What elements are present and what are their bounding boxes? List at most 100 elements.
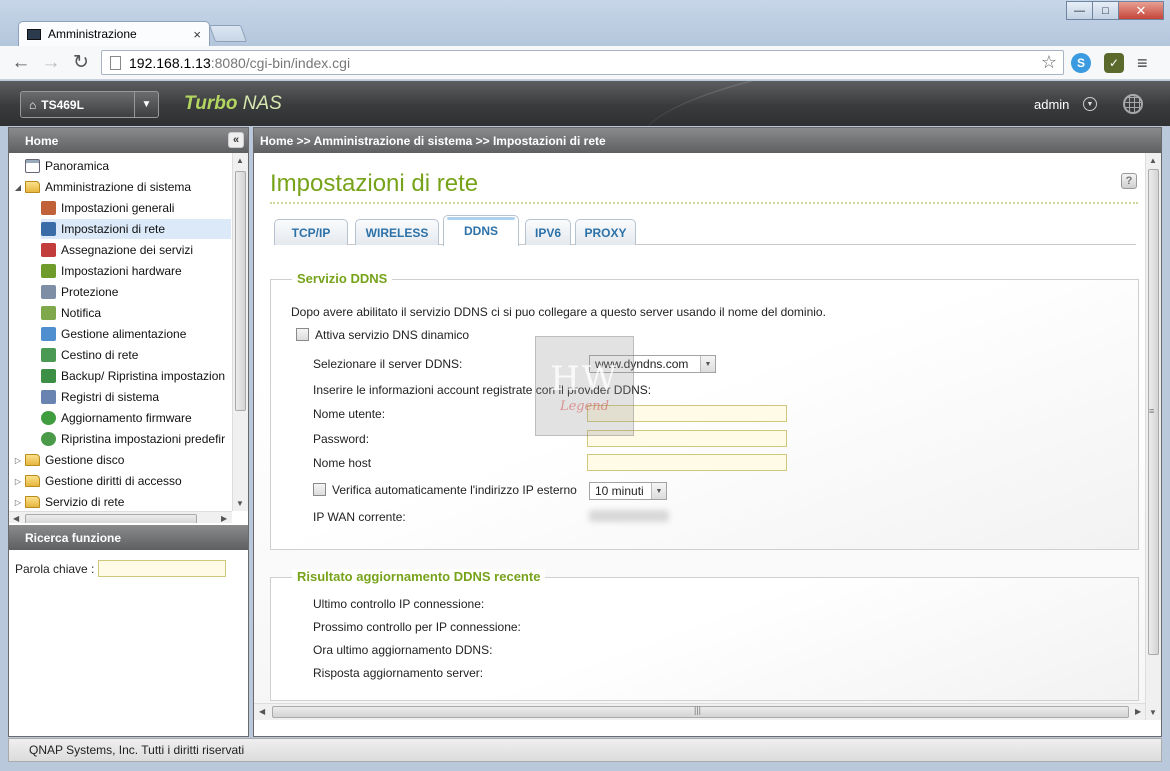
window-controls: — □ ✕ — [1066, 1, 1164, 20]
tab-wireless[interactable]: WIRELESS — [355, 219, 439, 245]
page-icon — [110, 55, 121, 70]
collapsed-arrow-icon[interactable]: ▷ — [13, 498, 23, 507]
wan-ip-value-redacted — [589, 510, 669, 522]
folder-icon — [25, 496, 40, 508]
main-panel: Home >> Amministrazione di sistema >> Im… — [253, 127, 1162, 737]
browser-menu-icon[interactable]: ≡ — [1137, 53, 1148, 74]
auto-check-ip-checkbox[interactable]: Verifica automaticamente l'indirizzo IP … — [313, 483, 577, 497]
settings-tabs: TCP/IP WIRELESS DDNS IPV6 PROXY — [274, 215, 1136, 246]
checkbox-icon[interactable] — [296, 328, 309, 341]
sidebar-item-gestione-disco[interactable]: ▷ Gestione disco — [13, 450, 124, 470]
skype-extension-icon[interactable]: S — [1071, 53, 1091, 73]
sidebar-item-notifica[interactable]: Notifica — [41, 303, 101, 323]
search-title: Ricerca funzione — [25, 530, 122, 545]
sidebar-item-gestione-alimentazione[interactable]: Gestione alimentazione — [41, 324, 186, 344]
tab-ipv6[interactable]: IPV6 — [525, 219, 571, 245]
server-label: Selezionare il server DDNS: — [313, 357, 463, 371]
user-name[interactable]: admin — [1034, 97, 1069, 112]
bookmark-star-icon[interactable]: ☆ — [1041, 52, 1057, 73]
sidebar-vertical-scrollbar[interactable]: ▲ ▼ — [232, 153, 248, 511]
scroll-right-icon[interactable]: ▶ — [221, 514, 227, 523]
sidebar-item-amministrazione[interactable]: ◢ Amministrazione di sistema — [13, 177, 191, 197]
sidebar-item-ripristina[interactable]: Ripristina impostazioni predefir — [41, 429, 225, 449]
sidebar-item-panoramica[interactable]: Panoramica — [13, 156, 109, 176]
main-vertical-scrollbar[interactable]: ▲ ≡ ▼ — [1145, 153, 1161, 720]
notification-icon — [41, 306, 56, 320]
help-icon[interactable]: ? — [1121, 173, 1137, 189]
network-icon — [41, 222, 56, 236]
maximize-button[interactable]: □ — [1092, 1, 1119, 20]
tab-tcpip[interactable]: TCP/IP — [274, 219, 348, 245]
address-bar[interactable]: 192.168.1.13:8080/cgi-bin/index.cgi ☆ — [101, 50, 1064, 75]
browser-tab[interactable]: Amministrazione × — [18, 21, 210, 46]
sidebar-title: Home — [25, 133, 59, 148]
sidebar-item-backup[interactable]: Backup/ Ripristina impostazion — [41, 366, 225, 386]
sidebar-horizontal-scrollbar[interactable]: ◀ ▶ — [9, 511, 232, 523]
sidebar-item-impostazioni-generali[interactable]: Impostazioni generali — [41, 198, 174, 218]
chevron-down-icon[interactable]: ▼ — [700, 356, 715, 372]
user-menu-chevron-icon[interactable]: ▼ — [1083, 97, 1097, 111]
scroll-down-icon[interactable]: ▼ — [236, 499, 244, 508]
firmware-icon — [41, 411, 56, 425]
forward-arrow-icon[interactable]: → — [36, 49, 66, 77]
back-arrow-icon[interactable]: ← — [6, 49, 36, 77]
search-label: Parola chiave : — [15, 561, 95, 576]
results-legend: Risultato aggiornamento DDNS recente — [292, 569, 546, 584]
sidebar-item-protezione[interactable]: Protezione — [41, 282, 118, 302]
close-window-button[interactable]: ✕ — [1118, 1, 1164, 20]
scroll-left-icon[interactable]: ◀ — [13, 514, 19, 523]
main-horizontal-scrollbar[interactable]: ◀ ||| ▶ — [254, 703, 1147, 720]
home-icon: ⌂ — [29, 97, 37, 112]
sidebar-item-servizio-rete[interactable]: ▷ Servizio di rete — [13, 492, 124, 512]
sidebar-item-cestino-rete[interactable]: Cestino di rete — [41, 345, 138, 365]
expanded-arrow-icon[interactable]: ◢ — [13, 183, 23, 192]
tab-favicon-icon — [27, 28, 41, 40]
url-path: :8080/cgi-bin/index.cgi — [210, 54, 351, 71]
tab-close-icon[interactable]: × — [193, 27, 201, 42]
collapsed-arrow-icon[interactable]: ▷ — [13, 456, 23, 465]
scroll-up-icon[interactable]: ▲ — [1149, 156, 1157, 165]
folder-icon — [25, 475, 40, 487]
scroll-right-icon[interactable]: ▶ — [1135, 707, 1141, 716]
hostname-input[interactable] — [587, 454, 787, 471]
language-globe-icon[interactable] — [1123, 94, 1143, 114]
checkbox-icon[interactable] — [313, 483, 326, 496]
services-icon — [41, 243, 56, 257]
reload-icon[interactable]: ↻ — [66, 49, 96, 77]
device-selector[interactable]: ⌂ TS469L ▼ — [20, 91, 159, 118]
collapse-icon[interactable]: « — [228, 132, 244, 148]
collapsed-arrow-icon[interactable]: ▷ — [13, 477, 23, 486]
new-tab-button[interactable] — [208, 25, 248, 42]
sidebar-item-impostazioni-rete[interactable]: Impostazioni di rete — [41, 219, 231, 239]
chevron-down-icon[interactable]: ▼ — [134, 92, 158, 117]
folder-icon — [25, 454, 40, 466]
minimize-button[interactable]: — — [1066, 1, 1093, 20]
scroll-down-icon[interactable]: ▼ — [1149, 708, 1157, 717]
restore-icon — [41, 432, 56, 446]
extension-icon[interactable]: ✓ — [1104, 53, 1124, 73]
lock-icon — [41, 285, 56, 299]
search-input[interactable] — [98, 560, 227, 577]
password-label: Password: — [313, 432, 370, 446]
sidebar-item-registri[interactable]: Registri di sistema — [41, 387, 159, 407]
ddns-legend: Servizio DDNS — [292, 271, 393, 286]
wan-ip-label: IP WAN corrente: — [313, 510, 406, 524]
chevron-down-icon[interactable]: ▼ — [651, 483, 666, 499]
breadcrumb: Home >> Amministrazione di sistema >> Im… — [254, 128, 1161, 153]
tab-title: Amministrazione — [48, 27, 137, 41]
enable-ddns-checkbox[interactable]: Attiva servizio DNS dinamico — [296, 328, 469, 342]
scroll-left-icon[interactable]: ◀ — [259, 707, 265, 716]
sidebar-item-impostazioni-hardware[interactable]: Impostazioni hardware — [41, 261, 182, 281]
tab-proxy[interactable]: PROXY — [575, 219, 636, 245]
scroll-thumb[interactable] — [25, 514, 197, 523]
tab-ddns[interactable]: DDNS — [443, 215, 519, 246]
check-interval-select[interactable]: 10 minuti ▼ — [589, 482, 667, 500]
ddns-service-group: Servizio DDNS Dopo avere abilitato il se… — [270, 271, 1139, 550]
sidebar-item-firmware[interactable]: Aggiornamento firmware — [41, 408, 192, 428]
overview-icon — [25, 159, 40, 173]
sidebar-item-assegnazione-servizi[interactable]: Assegnazione dei servizi — [41, 240, 193, 260]
scroll-thumb[interactable] — [235, 171, 246, 411]
sidebar-item-diritti-accesso[interactable]: ▷ Gestione diritti di accesso — [13, 471, 182, 491]
server-response-label: Risposta aggiornamento server: — [313, 666, 484, 680]
scroll-up-icon[interactable]: ▲ — [236, 156, 244, 165]
